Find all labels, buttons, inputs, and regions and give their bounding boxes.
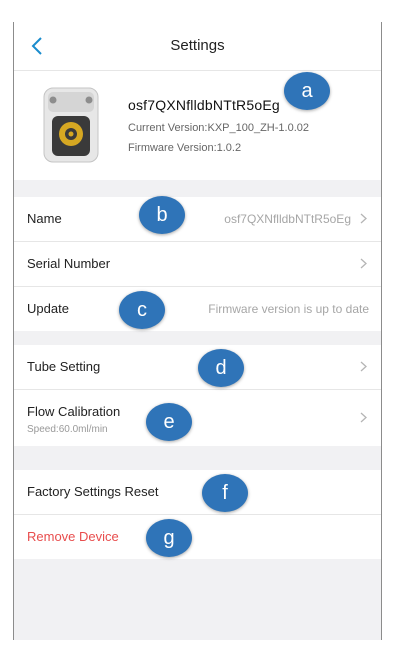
flow-calibration-row[interactable]: Flow Calibration Speed:60.0ml/min <box>14 390 381 446</box>
current-version-text: Current Version:KXP_100_ZH-1.0.02 <box>128 122 309 134</box>
device-actions-group: Factory Settings Reset Remove Device <box>14 470 381 559</box>
name-label: Name <box>27 211 62 226</box>
remove-device-row[interactable]: Remove Device <box>14 515 381 559</box>
navigation-bar: Settings <box>14 22 381 71</box>
factory-reset-row[interactable]: Factory Settings Reset <box>14 470 381 515</box>
marker-d: d <box>198 349 244 387</box>
marker-c: c <box>119 291 165 329</box>
device-image <box>43 87 99 163</box>
device-name: osf7QXNflldbNTtR5oEg <box>128 97 280 113</box>
chevron-right-icon <box>360 412 367 423</box>
update-status: Firmware version is up to date <box>208 302 369 316</box>
marker-a: a <box>284 72 330 110</box>
firmware-version-text: Firmware Version:1.0.2 <box>128 142 242 154</box>
name-row[interactable]: Name osf7QXNflldbNTtR5oEg <box>14 197 381 242</box>
update-label: Update <box>27 301 69 316</box>
flow-speed-text: Speed:60.0ml/min <box>27 424 108 435</box>
serial-number-row[interactable]: Serial Number <box>14 242 381 287</box>
chevron-right-icon <box>360 258 367 269</box>
page-title: Settings <box>170 37 225 54</box>
marker-e: e <box>146 403 192 441</box>
update-row[interactable]: Update Firmware version is up to date <box>14 287 381 331</box>
factory-reset-label: Factory Settings Reset <box>27 484 159 499</box>
remove-device-label: Remove Device <box>27 529 119 544</box>
marker-g: g <box>146 519 192 557</box>
device-settings-group: Name osf7QXNflldbNTtR5oEg Serial Number … <box>14 197 381 331</box>
marker-f: f <box>202 474 248 512</box>
chevron-right-icon <box>360 361 367 372</box>
pump-settings-group: Tube Setting Flow Calibration Speed:60.0… <box>14 345 381 446</box>
chevron-right-icon <box>360 213 367 224</box>
marker-b: b <box>139 196 185 234</box>
flow-calibration-label: Flow Calibration <box>27 404 121 419</box>
tube-setting-label: Tube Setting <box>27 359 101 374</box>
name-value: osf7QXNflldbNTtR5oEg <box>224 212 351 226</box>
settings-screen: Settings osf7QXNflldbNTtR5oEg Current Ve… <box>13 22 382 640</box>
serial-number-label: Serial Number <box>27 256 111 271</box>
